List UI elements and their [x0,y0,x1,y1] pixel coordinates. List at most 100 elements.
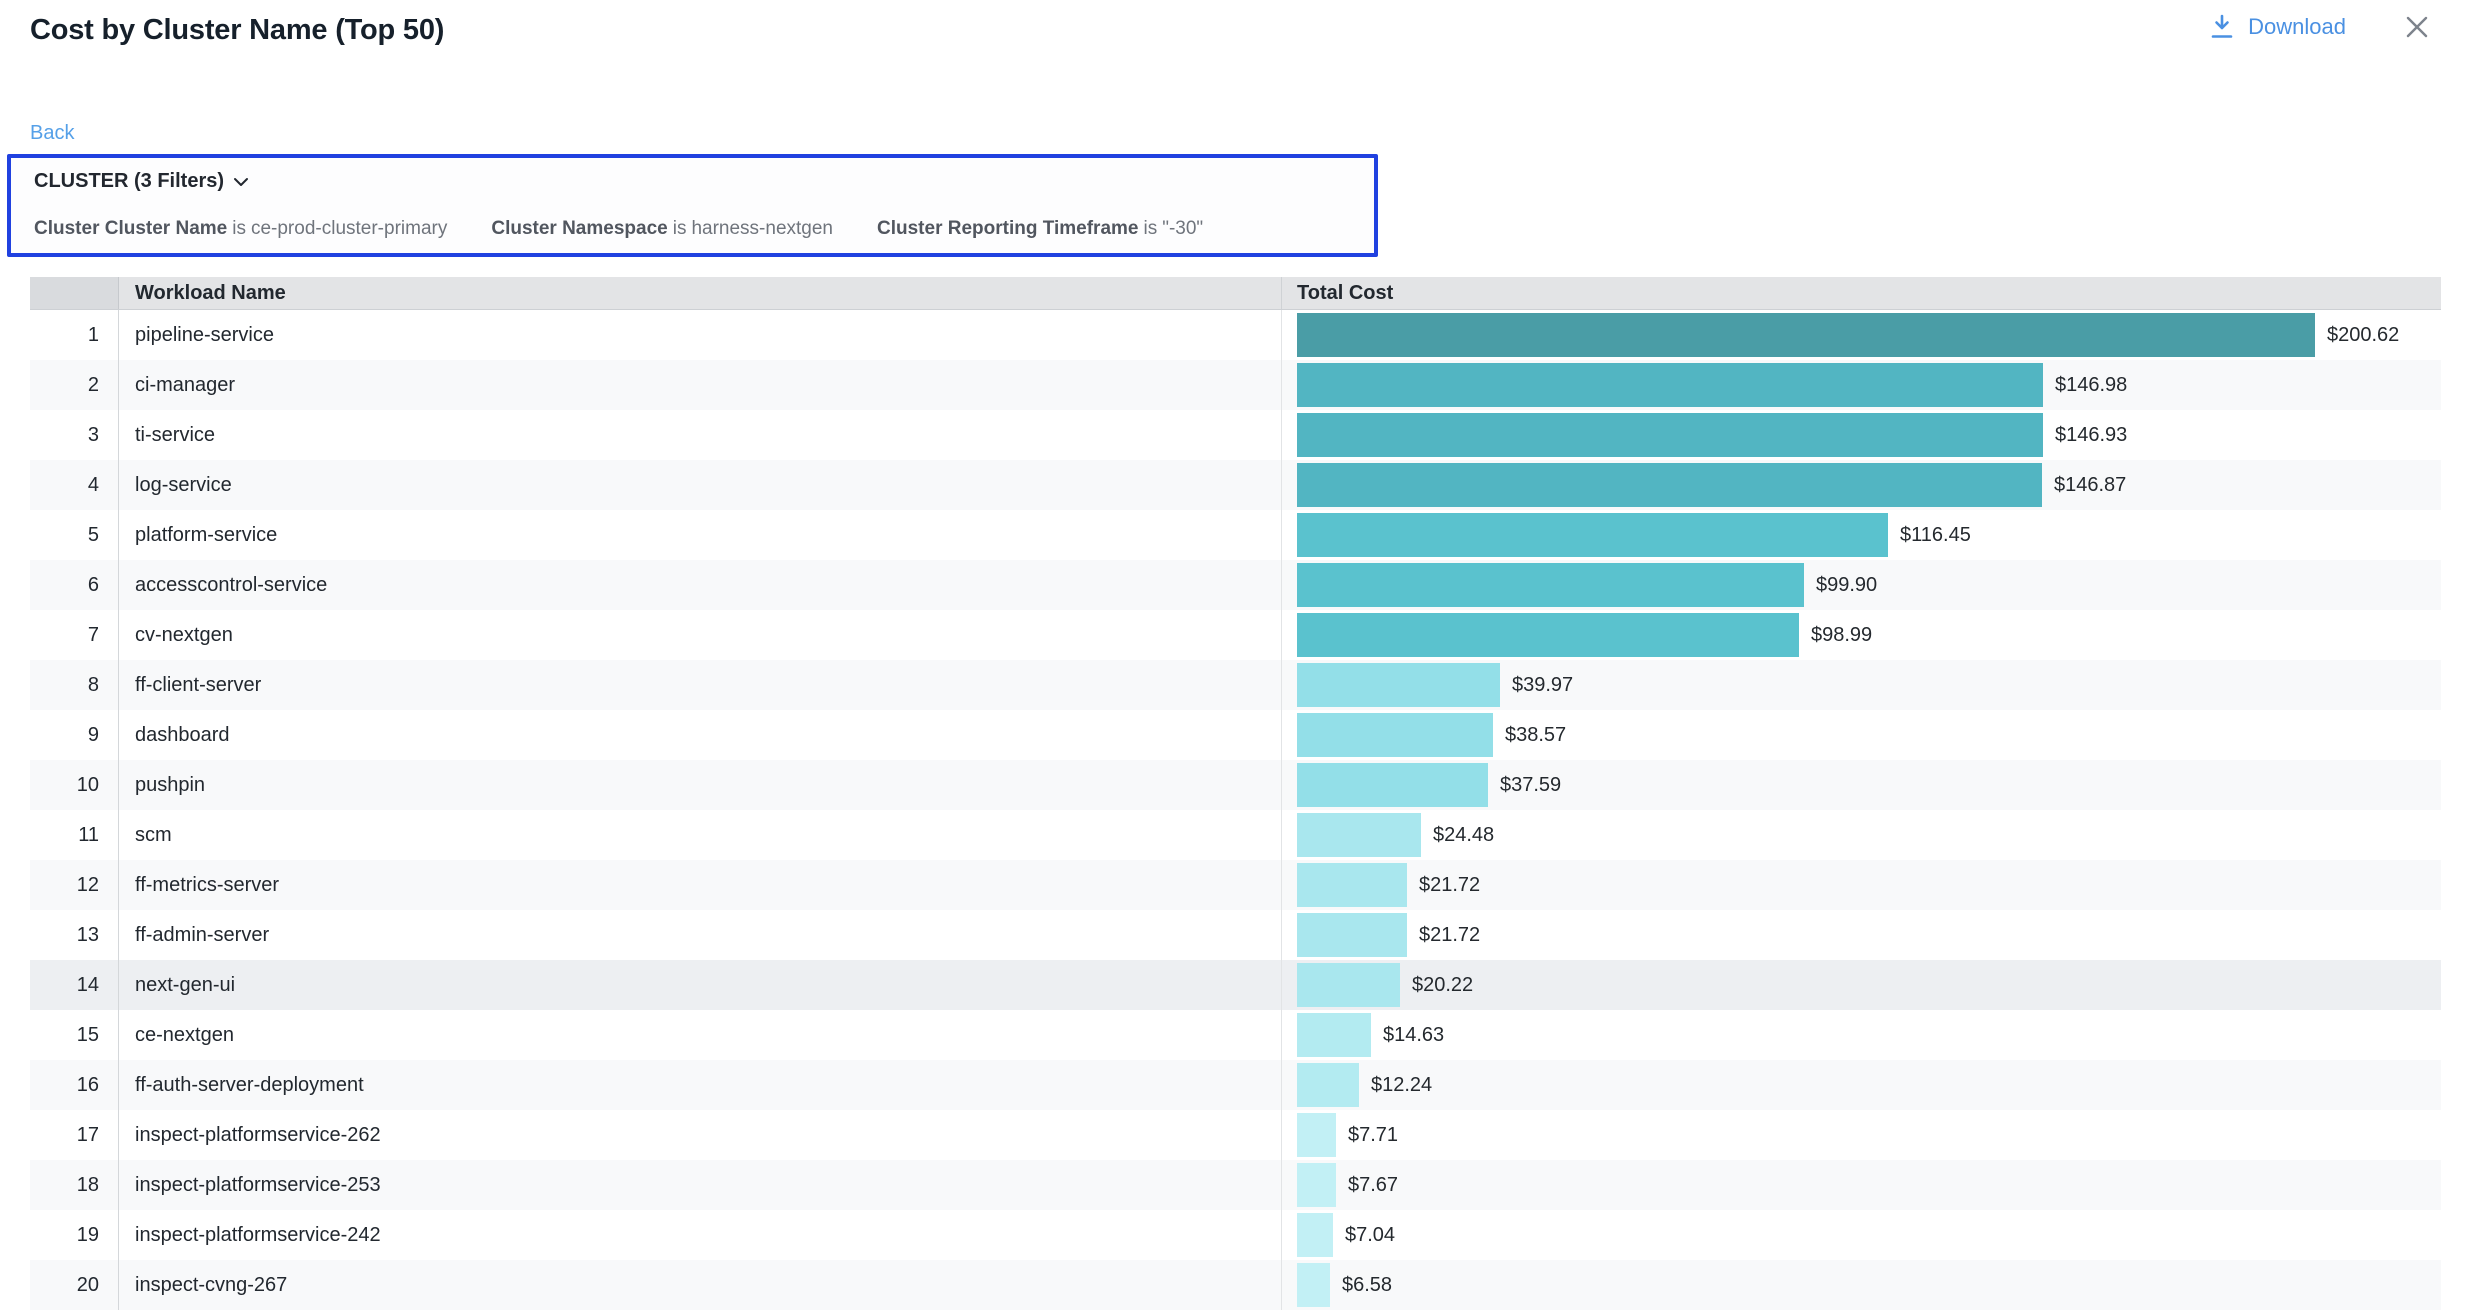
cost-bar [1297,813,1421,857]
cost-bar [1297,963,1400,1007]
row-rank: 17 [30,1110,118,1160]
table-row[interactable]: 14 next-gen-ui $20.22 [30,960,2441,1010]
filter-group-title: CLUSTER (3 Filters) [34,170,224,193]
cost-value-label: $7.71 [1348,1124,1398,1147]
row-rank: 14 [30,960,118,1010]
filter-item: Cluster Cluster Nameisce-prod-cluster-pr… [34,218,447,240]
table-row[interactable]: 5 platform-service $116.45 [30,510,2441,560]
row-total-cost: $38.57 [1281,710,2441,760]
cost-value-label: $7.04 [1345,1224,1395,1247]
cost-value-label: $146.98 [2055,374,2127,397]
header-rank-column [30,277,118,309]
row-total-cost: $146.93 [1281,410,2441,460]
row-workload-name: scm [118,810,1281,860]
cost-bar [1297,1213,1333,1257]
cost-value-label: $6.58 [1342,1274,1392,1297]
table-row[interactable]: 16 ff-auth-server-deployment $12.24 [30,1060,2441,1110]
row-total-cost: $37.59 [1281,760,2441,810]
row-total-cost: $116.45 [1281,510,2441,560]
row-rank: 6 [30,560,118,610]
row-total-cost: $99.90 [1281,560,2441,610]
cost-value-label: $116.45 [1900,524,1971,547]
row-workload-name: platform-service [118,510,1281,560]
cost-value-label: $200.62 [2327,324,2399,347]
back-link[interactable]: Back [30,122,74,145]
table-row[interactable]: 15 ce-nextgen $14.63 [30,1010,2441,1060]
download-button[interactable]: Download [2210,14,2346,40]
cost-value-label: $14.63 [1383,1024,1444,1047]
table-row[interactable]: 13 ff-admin-server $21.72 [30,910,2441,960]
cost-bar [1297,1163,1336,1207]
filter-panel: CLUSTER (3 Filters) Cluster Cluster Name… [7,154,1378,257]
cost-value-label: $146.93 [2055,424,2127,447]
row-total-cost: $39.97 [1281,660,2441,710]
row-total-cost: $146.98 [1281,360,2441,410]
table-row[interactable]: 20 inspect-cvng-267 $6.58 [30,1260,2441,1310]
cost-value-label: $146.87 [2054,474,2126,497]
row-rank: 16 [30,1060,118,1110]
row-total-cost: $24.48 [1281,810,2441,860]
cost-bar [1297,513,1888,557]
cost-bar [1297,613,1799,657]
cost-value-label: $24.48 [1433,824,1494,847]
row-total-cost: $21.72 [1281,910,2441,960]
table-row[interactable]: 8 ff-client-server $39.97 [30,660,2441,710]
table-row[interactable]: 18 inspect-platformservice-253 $7.67 [30,1160,2441,1210]
row-total-cost: $6.58 [1281,1260,2441,1310]
table-row[interactable]: 6 accesscontrol-service $99.90 [30,560,2441,610]
row-rank: 11 [30,810,118,860]
cost-value-label: $38.57 [1505,724,1566,747]
header-workload-name: Workload Name [118,277,1281,309]
row-rank: 20 [30,1260,118,1310]
row-workload-name: dashboard [118,710,1281,760]
cost-value-label: $7.67 [1348,1174,1398,1197]
row-total-cost: $21.72 [1281,860,2441,910]
toolbar: Download [2210,14,2430,40]
cost-bar [1297,1063,1359,1107]
cost-bar [1297,1013,1371,1057]
table-row[interactable]: 1 pipeline-service $200.62 [30,310,2441,360]
table-row[interactable]: 7 cv-nextgen $98.99 [30,610,2441,660]
table-row[interactable]: 3 ti-service $146.93 [30,410,2441,460]
cost-value-label: $99.90 [1816,574,1877,597]
cost-bar [1297,313,2315,357]
table-row[interactable]: 2 ci-manager $146.98 [30,360,2441,410]
cost-bar [1297,363,2043,407]
row-total-cost: $98.99 [1281,610,2441,660]
cost-bar [1297,1113,1336,1157]
row-workload-name: inspect-platformservice-262 [118,1110,1281,1160]
row-rank: 18 [30,1160,118,1210]
filter-group-toggle[interactable]: CLUSTER (3 Filters) [34,170,1374,193]
row-total-cost: $12.24 [1281,1060,2441,1110]
row-workload-name: ff-metrics-server [118,860,1281,910]
row-rank: 19 [30,1210,118,1260]
row-workload-name: next-gen-ui [118,960,1281,1010]
row-rank: 5 [30,510,118,560]
row-workload-name: ff-auth-server-deployment [118,1060,1281,1110]
row-rank: 13 [30,910,118,960]
table-row[interactable]: 12 ff-metrics-server $21.72 [30,860,2441,910]
filter-item: Cluster Reporting Timeframeis"-30" [877,218,1203,240]
filter-item: Cluster Namespaceisharness-nextgen [491,218,833,240]
table-row[interactable]: 11 scm $24.48 [30,810,2441,860]
row-workload-name: accesscontrol-service [118,560,1281,610]
close-button[interactable] [2404,14,2430,40]
table-row[interactable]: 4 log-service $146.87 [30,460,2441,510]
filter-field: Cluster Cluster Name [34,218,227,239]
cost-bar [1297,563,1804,607]
table-row[interactable]: 10 pushpin $37.59 [30,760,2441,810]
filter-field: Cluster Namespace [491,218,667,239]
cost-bar [1297,663,1500,707]
row-workload-name: inspect-platformservice-253 [118,1160,1281,1210]
table-row[interactable]: 17 inspect-platformservice-262 $7.71 [30,1110,2441,1160]
row-total-cost: $7.67 [1281,1160,2441,1210]
row-workload-name: cv-nextgen [118,610,1281,660]
filter-operator: is [232,218,246,239]
cost-value-label: $37.59 [1500,774,1561,797]
table-row[interactable]: 19 inspect-platformservice-242 $7.04 [30,1210,2441,1260]
row-rank: 8 [30,660,118,710]
table-row[interactable]: 9 dashboard $38.57 [30,710,2441,760]
cost-bar [1297,763,1488,807]
row-rank: 3 [30,410,118,460]
header-total-cost: Total Cost [1281,277,2441,309]
